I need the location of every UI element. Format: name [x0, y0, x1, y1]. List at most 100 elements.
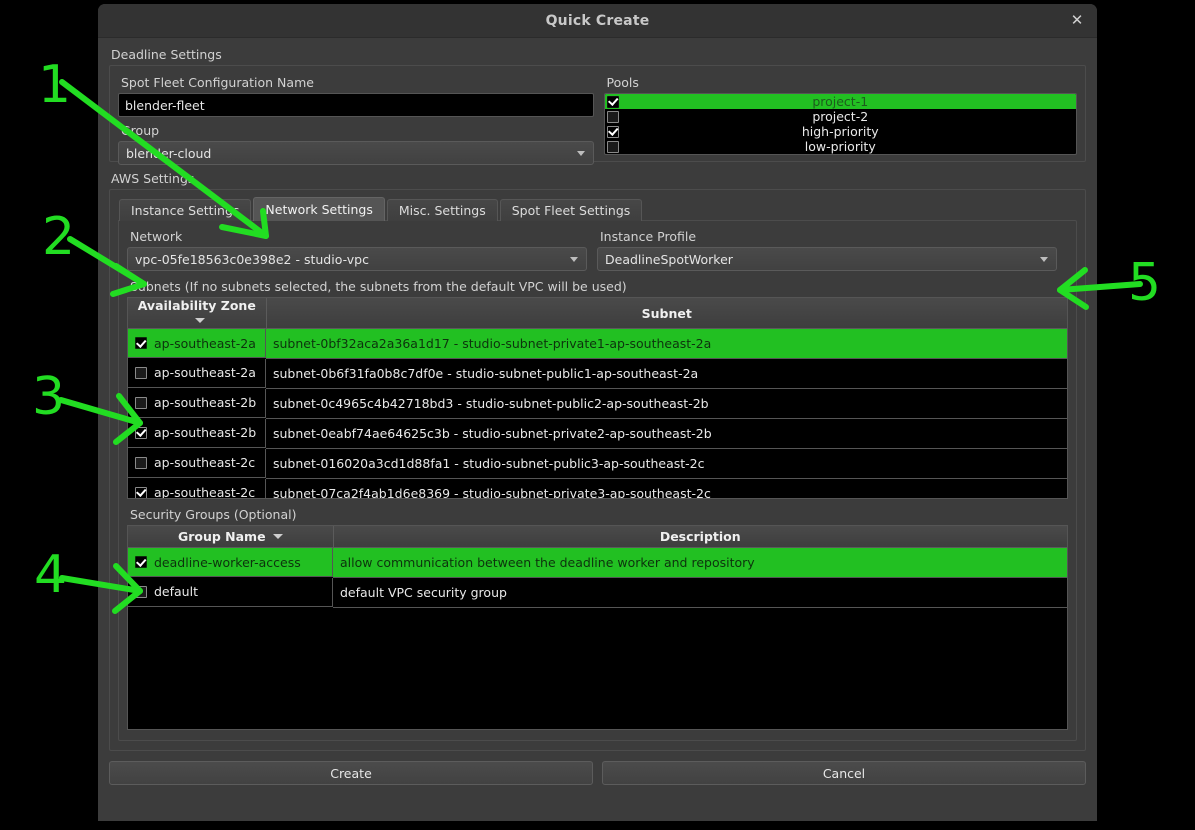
dialog-button-bar: Create Cancel	[98, 751, 1097, 785]
config-name-label: Spot Fleet Configuration Name	[121, 75, 314, 90]
create-button[interactable]: Create	[109, 761, 593, 785]
close-icon[interactable]: ✕	[1066, 10, 1088, 32]
dialog-titlebar: Quick Create ✕	[98, 4, 1097, 38]
tab-misc-settings[interactable]: Misc. Settings	[386, 199, 498, 221]
annotation-number-5: 5	[1128, 253, 1161, 313]
subnets-label: Subnets (If no subnets selected, the sub…	[130, 279, 627, 294]
config-name-input[interactable]: blender-fleet	[118, 93, 594, 117]
subnet-table-row[interactable]: ap-southeast-2b subnet-0eabf74ae64625c3b …	[128, 418, 1067, 449]
security-group-name-cell[interactable]: default	[128, 577, 333, 607]
security-groups-table[interactable]: Group Name Description deadline-worker-ac…	[127, 525, 1068, 730]
subnet-row-4-checkbox[interactable]	[135, 426, 147, 439]
security-group-header-description[interactable]: Description	[333, 526, 1067, 548]
network-dropdown[interactable]: vpc-05fe18563c0e398e2 - studio-vpc	[127, 247, 587, 271]
aws-settings-label: AWS Settings	[111, 171, 195, 186]
subnets-table[interactable]: Availability Zone Subnet ap-southeast-2a s…	[127, 297, 1068, 499]
security-group-table-row[interactable]: default default VPC security group	[128, 577, 1067, 608]
pool-checkbox-1[interactable]	[606, 110, 619, 123]
network-settings-panel: Network vpc-05fe18563c0e398e2 - studio-v…	[118, 220, 1077, 741]
chevron-down-icon	[576, 150, 585, 156]
deadline-settings-label: Deadline Settings	[111, 47, 222, 62]
sort-descending-icon	[272, 534, 283, 539]
pool-label: high-priority	[801, 124, 879, 139]
network-label: Network	[130, 229, 183, 244]
subnet-name-label: ap-southeast-2a	[154, 335, 256, 351]
pool-list-item[interactable]: high-priority	[605, 124, 1077, 139]
subnet-name-cell[interactable]: ap-southeast-2a	[128, 329, 266, 358]
group-dropdown-value: blender-cloud	[126, 145, 212, 161]
subnet-row-2-checkbox[interactable]	[135, 366, 147, 379]
aws-settings-group: Instance Settings Network Settings Misc. S…	[109, 189, 1086, 751]
security-group-row-2-checkbox[interactable]	[135, 585, 147, 598]
security-groups-label: Security Groups (Optional)	[130, 507, 297, 522]
pool-checkbox-0[interactable]	[606, 95, 619, 108]
sort-descending-icon	[195, 318, 206, 323]
security-group-header-group-name[interactable]: Group Name	[128, 526, 334, 548]
pool-label: project-1	[812, 94, 869, 109]
deadline-settings-group: Spot Fleet Configuration Name blender-fl…	[109, 65, 1086, 165]
pool-list-item[interactable]: project-2	[605, 109, 1077, 124]
instance-profile-dropdown-value: DeadlineSpotWorker	[605, 251, 733, 267]
chevron-down-icon	[1040, 256, 1048, 262]
instance-profile-dropdown[interactable]: DeadlineSpotWorker	[597, 247, 1057, 271]
subnet-table-row[interactable]: ap-southeast-2c subnet-016020a3cd1d88fa1 …	[128, 448, 1067, 479]
pool-label: low-priority	[804, 139, 876, 154]
subnet-name-cell[interactable]: ap-southeast-2a	[128, 358, 266, 388]
pool-label: project-2	[812, 109, 869, 124]
subnet-name-cell[interactable]: ap-southeast-2c	[128, 448, 266, 478]
subnet-name-label: ap-southeast-2c	[154, 485, 256, 499]
annotation-number-4: 4	[34, 545, 67, 605]
instance-profile-label: Instance Profile	[600, 229, 697, 244]
tab-network-settings[interactable]: Network Settings	[253, 197, 385, 221]
subnet-name-label: ap-southeast-2a	[154, 365, 256, 380]
subnet-name-cell[interactable]: ap-southeast-2b	[128, 418, 266, 448]
subnet-row-1-checkbox[interactable]	[135, 337, 147, 349]
subnet-detail-cell: subnet-0bf32aca2a36a1d17 - studio-subnet…	[266, 328, 1067, 359]
security-group-name-cell[interactable]: deadline-worker-access	[128, 548, 333, 577]
subnet-detail-cell: subnet-0eabf74ae64625c3b - studio-subnet…	[266, 418, 1067, 449]
security-group-detail-cell: allow communication between the deadline…	[333, 547, 1067, 578]
subnet-row-5-checkbox[interactable]	[135, 456, 147, 469]
quick-create-dialog: Quick Create ✕ Deadline Settings Spot Fl…	[98, 4, 1097, 821]
cancel-button[interactable]: Cancel	[602, 761, 1086, 785]
security-group-name-label: deadline-worker-access	[154, 554, 301, 570]
annotation-number-1: 1	[38, 55, 71, 115]
subnet-detail-cell: subnet-016020a3cd1d88fa1 - studio-subnet…	[266, 448, 1067, 479]
annotation-number-2: 2	[42, 207, 75, 267]
pool-checkbox-3[interactable]	[606, 140, 619, 153]
subnet-header-subnet[interactable]: Subnet	[266, 298, 1067, 329]
subnet-detail-cell: subnet-0b6f31fa0b8c7df0e - studio-subnet…	[266, 358, 1067, 389]
pools-list[interactable]: project-1 project-2 high-priority low-prior…	[603, 93, 1077, 155]
subnet-name-label: ap-southeast-2b	[154, 425, 257, 440]
security-group-name-label: default	[154, 584, 198, 599]
subnet-table-row[interactable]: ap-southeast-2c subnet-07ca2f4ab1d6e8369 …	[128, 478, 1067, 499]
pool-checkbox-2[interactable]	[606, 125, 619, 138]
group-field-label: Group	[121, 123, 160, 138]
tab-spot-fleet-settings[interactable]: Spot Fleet Settings	[499, 199, 643, 221]
network-dropdown-value: vpc-05fe18563c0e398e2 - studio-vpc	[135, 251, 369, 267]
security-group-detail-cell: default VPC security group	[333, 577, 1067, 608]
tab-instance-settings[interactable]: Instance Settings	[119, 199, 252, 221]
pool-list-item[interactable]: project-1	[604, 94, 1076, 109]
security-group-table-row[interactable]: deadline-worker-access allow communicatio…	[128, 547, 1067, 578]
subnet-row-3-checkbox[interactable]	[135, 396, 147, 409]
subnet-table-row[interactable]: ap-southeast-2a subnet-0b6f31fa0b8c7df0e …	[128, 358, 1067, 389]
subnet-name-cell[interactable]: ap-southeast-2c	[128, 478, 266, 499]
chevron-down-icon	[570, 256, 578, 262]
pool-list-item[interactable]: low-priority	[605, 139, 1077, 154]
subnet-detail-cell: subnet-07ca2f4ab1d6e8369 - studio-subnet…	[266, 478, 1067, 498]
subnet-table-row[interactable]: ap-southeast-2a subnet-0bf32aca2a36a1d17 …	[128, 328, 1067, 359]
aws-settings-tabs: Instance Settings Network Settings Misc. S…	[119, 197, 1077, 221]
subnet-name-label: ap-southeast-2b	[154, 395, 257, 410]
subnet-row-6-checkbox[interactable]	[135, 486, 147, 498]
annotation-number-3: 3	[32, 367, 65, 427]
subnet-name-cell[interactable]: ap-southeast-2b	[128, 388, 266, 418]
pools-label: Pools	[606, 75, 639, 90]
subnet-name-label: ap-southeast-2c	[154, 455, 256, 470]
subnet-table-row[interactable]: ap-southeast-2b subnet-0c4965c4b42718bd3 …	[128, 388, 1067, 419]
dialog-title: Quick Create	[545, 12, 650, 29]
subnet-detail-cell: subnet-0c4965c4b42718bd3 - studio-subnet…	[266, 388, 1067, 419]
subnet-header-availability-zone[interactable]: Availability Zone	[128, 298, 267, 329]
group-dropdown[interactable]: blender-cloud	[118, 141, 594, 165]
security-group-row-1-checkbox[interactable]	[135, 556, 147, 568]
